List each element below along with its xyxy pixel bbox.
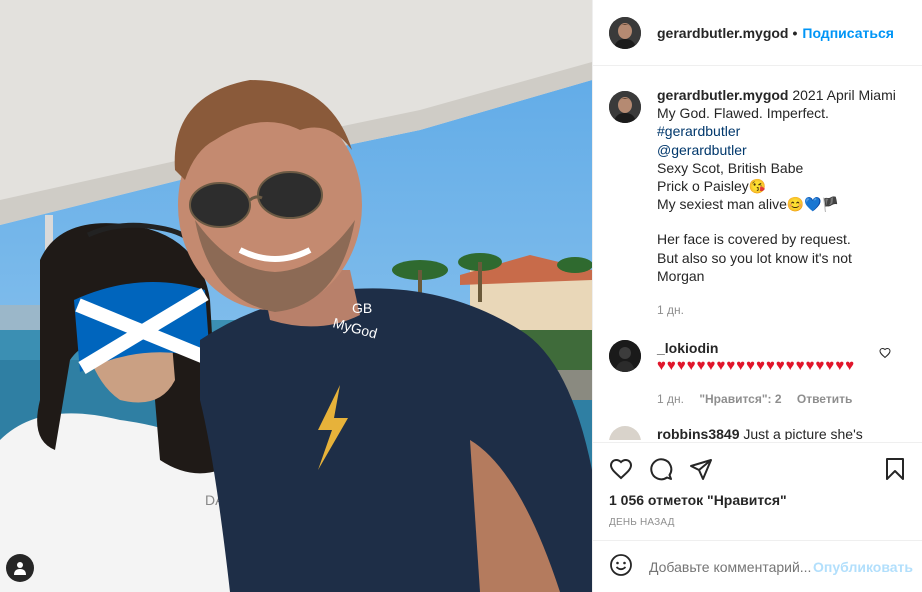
comment-username[interactable]: robbins3849 bbox=[657, 426, 739, 440]
heart-icon[interactable] bbox=[609, 457, 633, 484]
comment-item: robbins3849 Just a picture she's bbox=[609, 426, 909, 440]
caption-line: My God. Flawed. Imperfect. bbox=[657, 105, 829, 122]
hashtag-link[interactable]: #gerardbutler bbox=[657, 122, 897, 140]
shirt-text-gb: GB bbox=[352, 300, 372, 316]
comment-time-ago[interactable]: 1 дн. bbox=[657, 392, 684, 406]
comment-input[interactable] bbox=[649, 558, 814, 575]
comment-meta: 1 дн. "Нравится": 2 Ответить bbox=[657, 392, 877, 406]
caption-line: Prick o Paisley😘 bbox=[657, 178, 767, 195]
caption-line: Morgan bbox=[657, 267, 705, 284]
caption-line: But also so you lot know it's not bbox=[657, 249, 852, 266]
author-avatar[interactable] bbox=[609, 16, 641, 49]
comment-likes-count[interactable]: "Нравится": 2 bbox=[699, 392, 781, 406]
share-icon[interactable] bbox=[689, 457, 713, 484]
post-photo[interactable]: DA GB MyGod bbox=[0, 0, 592, 592]
post-dialog: DA GB MyGod gerardbutler.mygod • Подписа… bbox=[0, 0, 922, 592]
caption-avatar[interactable] bbox=[609, 91, 641, 123]
caption-first-line: gerardbutler.mygod 2021 April Miami bbox=[657, 86, 897, 104]
publish-button[interactable]: Опубликовать bbox=[813, 559, 913, 575]
bookmark-icon[interactable] bbox=[883, 457, 907, 484]
mention-link[interactable]: @gerardbutler bbox=[657, 141, 897, 159]
user-tag-icon[interactable] bbox=[6, 554, 34, 582]
likes-count[interactable]: 1 056 отметок "Нравится" bbox=[609, 492, 787, 508]
comment-like-icon[interactable] bbox=[879, 346, 891, 362]
action-bar bbox=[609, 457, 907, 483]
post-details-panel: gerardbutler.mygod • Подписаться gerardb… bbox=[592, 0, 922, 592]
comment-body: robbins3849 Just a picture she's bbox=[657, 426, 863, 440]
comment-text: ♥♥♥♥♥♥♥♥♥♥♥♥♥♥♥♥♥♥♥♥ bbox=[657, 357, 856, 374]
post-header: gerardbutler.mygod • Подписаться bbox=[593, 0, 922, 66]
caption-time-ago[interactable]: 1 дн. bbox=[657, 301, 897, 319]
post-date[interactable]: ДЕНЬ НАЗАД bbox=[609, 517, 675, 528]
photo-illustration: DA GB MyGod bbox=[0, 0, 592, 592]
comment-body: _lokiodin ♥♥♥♥♥♥♥♥♥♥♥♥♥♥♥♥♥♥♥♥ 1 дн. "Нр… bbox=[657, 340, 877, 406]
commenter-avatar[interactable] bbox=[609, 426, 641, 440]
comment-icon[interactable] bbox=[649, 457, 673, 484]
author-username[interactable]: gerardbutler.mygod bbox=[657, 25, 788, 41]
post-actions: 1 056 отметок "Нравится" ДЕНЬ НАЗАД bbox=[593, 442, 922, 540]
emoji-icon[interactable] bbox=[609, 553, 633, 580]
caption-line: Sexy Scot, British Babe bbox=[657, 159, 804, 176]
caption-line: Her face is covered by request. bbox=[657, 231, 851, 248]
caption-text: gerardbutler.mygod 2021 April Miami My G… bbox=[657, 86, 897, 319]
caption-heading: 2021 April Miami bbox=[788, 87, 896, 103]
caption-username[interactable]: gerardbutler.mygod bbox=[657, 87, 788, 103]
reply-button[interactable]: Ответить bbox=[797, 392, 852, 406]
comment-username[interactable]: _lokiodin bbox=[657, 340, 718, 356]
follow-button[interactable]: Подписаться bbox=[802, 25, 894, 41]
comment-item: _lokiodin ♥♥♥♥♥♥♥♥♥♥♥♥♥♥♥♥♥♥♥♥ 1 дн. "Нр… bbox=[609, 340, 909, 406]
add-comment-bar: Опубликовать bbox=[593, 540, 922, 592]
caption-line: My sexiest man alive😊💙🏴 bbox=[657, 196, 840, 213]
post-caption: gerardbutler.mygod 2021 April Miami My G… bbox=[609, 86, 909, 319]
comment-text: Just a picture she's bbox=[739, 426, 863, 440]
commenter-avatar[interactable] bbox=[609, 340, 641, 372]
separator-dot: • bbox=[792, 24, 798, 41]
